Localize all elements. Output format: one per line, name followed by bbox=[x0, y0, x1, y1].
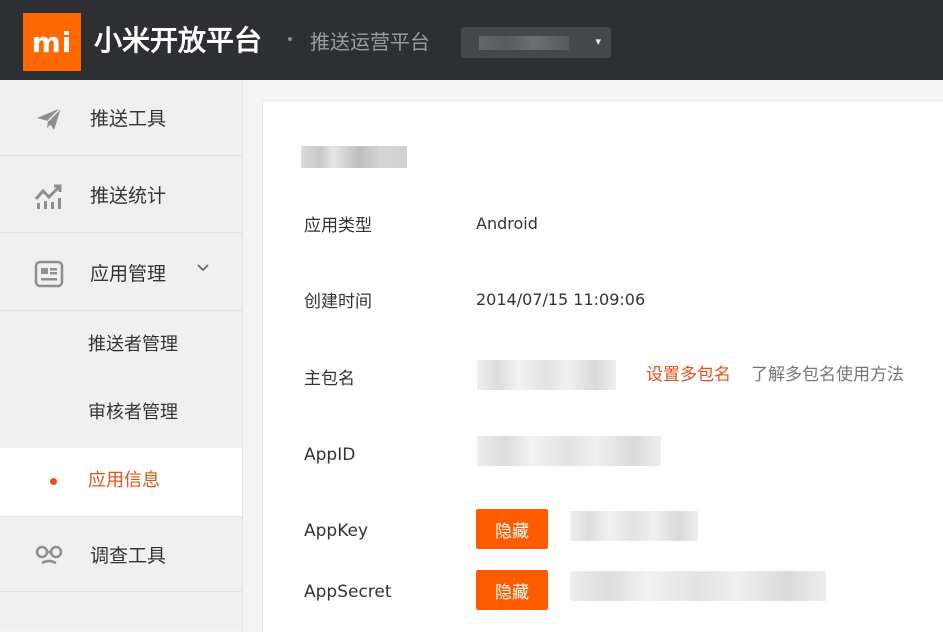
sidebar-subitem-label: 审核者管理 bbox=[88, 402, 178, 423]
paper-plane-icon bbox=[37, 107, 62, 130]
learn-multi-package-link[interactable]: 了解多包名使用方法 bbox=[751, 363, 904, 387]
blurred-package-value bbox=[477, 360, 616, 390]
appid-label: AppID bbox=[304, 445, 356, 465]
set-multi-package-link[interactable]: 设置多包名 bbox=[646, 363, 731, 387]
sidebar: 推送工具 推送统计 应用管理 推送者管理 审核者管理 应用信息 调查工具 bbox=[0, 80, 243, 631]
main-package-label: 主包名 bbox=[304, 369, 355, 389]
app-type-label: 应用类型 bbox=[304, 216, 372, 236]
blurred-section-title bbox=[301, 146, 407, 168]
appkey-label: AppKey bbox=[304, 521, 369, 541]
app-selector-dropdown[interactable]: ▾ bbox=[461, 27, 611, 58]
appsecret-label: AppSecret bbox=[304, 582, 392, 602]
sidebar-subitem-label: 应用信息 bbox=[88, 470, 160, 491]
brand-title[interactable]: 小米开放平台 bbox=[94, 22, 262, 60]
active-indicator-dot bbox=[50, 478, 57, 485]
blurred-appkey-value bbox=[570, 511, 698, 541]
hide-appsecret-button[interactable]: 隐藏 bbox=[476, 570, 548, 610]
sidebar-item-label: 调查工具 bbox=[90, 545, 167, 567]
sidebar-subitem-pusher-management[interactable]: 推送者管理 bbox=[0, 312, 242, 380]
sidebar-subitem-label: 推送者管理 bbox=[88, 334, 178, 355]
sidebar-item-push-stats[interactable]: 推送统计 bbox=[0, 157, 242, 233]
sidebar-subitem-app-info[interactable]: 应用信息 bbox=[0, 448, 242, 516]
app-card-icon bbox=[34, 260, 64, 288]
created-time-label: 创建时间 bbox=[304, 292, 372, 312]
sidebar-item-label: 应用管理 bbox=[90, 263, 167, 285]
top-header: mi 小米开放平台 推送运营平台 ▾ bbox=[0, 0, 943, 80]
chevron-down-icon: ▾ bbox=[595, 35, 601, 48]
hide-appkey-button[interactable]: 隐藏 bbox=[476, 509, 548, 549]
separator-dot bbox=[288, 37, 292, 41]
trend-chart-icon bbox=[34, 184, 62, 209]
sidebar-item-survey-tools[interactable]: 调查工具 bbox=[0, 516, 242, 592]
sidebar-subitem-reviewer-management[interactable]: 审核者管理 bbox=[0, 380, 242, 448]
mi-logo[interactable]: mi bbox=[23, 13, 81, 71]
blurred-app-name bbox=[479, 36, 569, 50]
app-type-value: Android bbox=[476, 214, 538, 233]
platform-subtitle: 推送运营平台 bbox=[310, 30, 430, 54]
sidebar-item-push-tools[interactable]: 推送工具 bbox=[0, 80, 242, 156]
sidebar-item-label: 推送工具 bbox=[90, 108, 167, 130]
app-info-panel: 应用类型 Android 创建时间 2014/07/15 11:09:06 主包… bbox=[262, 100, 943, 632]
logo-text: mi bbox=[31, 25, 73, 59]
sidebar-item-label: 推送统计 bbox=[90, 185, 167, 207]
blurred-appsecret-value bbox=[570, 571, 826, 601]
chevron-down-icon bbox=[196, 259, 210, 278]
glasses-icon bbox=[35, 545, 63, 565]
created-time-value: 2014/07/15 11:09:06 bbox=[476, 290, 646, 309]
sidebar-item-app-management[interactable]: 应用管理 bbox=[0, 235, 242, 311]
blurred-appid-value bbox=[477, 436, 661, 466]
sidebar-filler bbox=[0, 593, 242, 631]
